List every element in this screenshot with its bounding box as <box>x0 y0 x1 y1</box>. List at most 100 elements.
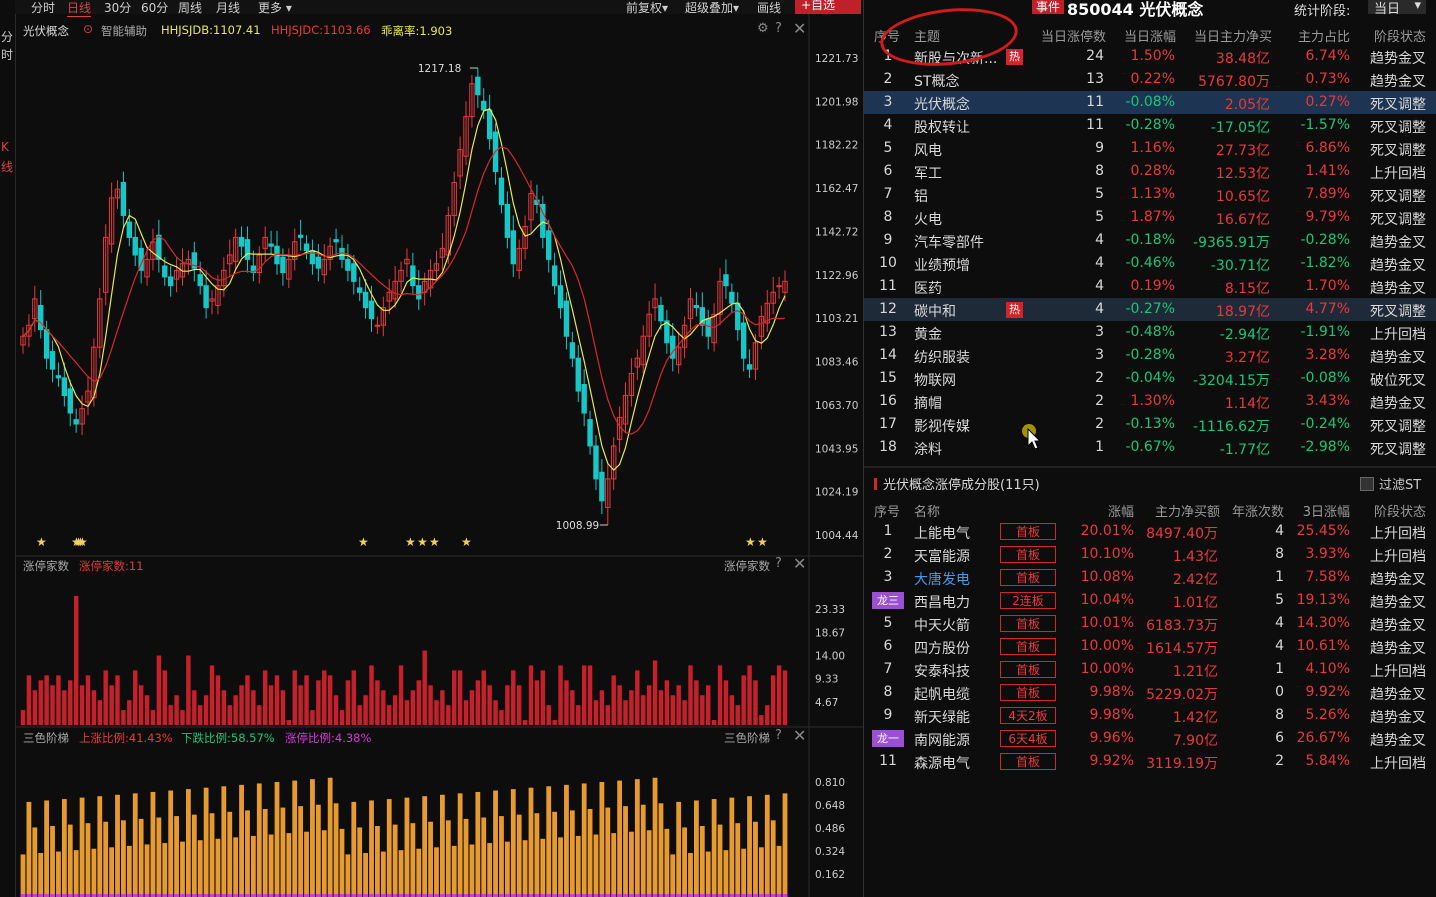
theme-state: 死叉调整 <box>1370 304 1426 320</box>
close-icon[interactable]: ✕ <box>793 554 806 573</box>
stock-name[interactable]: 南网能源 <box>914 730 970 750</box>
close-icon[interactable]: ✕ <box>793 726 806 745</box>
up-ratio-bar <box>516 814 522 897</box>
stock-row[interactable]: 11 森源电气 首板 9.92% 3119.19万 2 5.84% 上升回档 <box>864 750 1436 773</box>
stock-header-cell[interactable]: 3日涨幅 <box>1284 501 1350 520</box>
stock-header-cell[interactable]: 年涨次数 <box>1220 501 1284 520</box>
stock-header-cell[interactable]: 名称 <box>914 501 940 520</box>
limit-count-bar <box>700 695 705 725</box>
theme-row[interactable]: 13 黄金 3 -0.48% -2.94亿 -1.91% 上升回档 <box>864 321 1436 344</box>
theme-header-cell[interactable]: 当日涨幅 <box>1110 26 1176 45</box>
theme-row[interactable]: 9 汽车零部件 4 -0.18% -9365.91万 -0.28% 趋势金叉 <box>864 229 1436 252</box>
theme-row[interactable]: 15 物联网 2 -0.04% -3204.15万 -0.08% 破位死叉 <box>864 367 1436 390</box>
assist-label[interactable]: 智能辅助 <box>101 23 147 39</box>
up-ratio-bar <box>162 843 168 897</box>
stock-name[interactable]: 天富能源 <box>914 546 970 566</box>
theme-header-cell[interactable]: 当日涨停数 <box>1028 26 1106 45</box>
theme-header-cell[interactable]: 阶段状态 <box>1362 26 1426 45</box>
candle-body <box>587 419 593 447</box>
up-ratio-bar <box>144 844 150 897</box>
stock-name[interactable]: 森源电气 <box>914 753 970 773</box>
chart-canvas[interactable]: 1221.73 1201.98 1182.22 1162.47 1142.72 1122.… <box>15 14 863 897</box>
up-ratio-bar <box>705 851 711 897</box>
settings-gear-icon[interactable]: ⚙ <box>757 21 769 36</box>
checkbox-icon[interactable] <box>1360 477 1374 491</box>
theme-net-buy: 10.65亿 <box>1215 189 1270 205</box>
limit-count-bar <box>156 655 162 725</box>
theme-name: 汽车零部件 <box>914 235 984 251</box>
theme-row[interactable]: 17 影视传媒 2 -0.13% -1116.62万 -0.24% 死叉调整 <box>864 413 1436 436</box>
theme-row[interactable]: 2 ST概念 13 0.22% 5767.80万 0.73% 趋势金叉 <box>864 68 1436 91</box>
theme-row[interactable]: 4 股权转让 11 -0.28% -17.05亿 -1.57% 死叉调整 <box>864 114 1436 137</box>
stock-header-cell[interactable]: 涨幅 <box>1070 501 1134 520</box>
theme-row[interactable]: 3 光伏概念 11 -0.08% 2.05亿 0.27% 死叉调整 <box>864 91 1436 114</box>
limit-count-bar <box>469 690 475 725</box>
stock-row[interactable]: 龙三 西昌电力 2连板 10.04% 1.01亿 5 19.13% 趋势金叉 <box>864 589 1436 612</box>
stock-header-cell[interactable]: 阶段状态 <box>1362 501 1426 520</box>
stock-header-cell[interactable]: 序号 <box>874 501 900 520</box>
stock-section-title: 光伏概念涨停成分股(11只) <box>874 474 1040 493</box>
help-icon[interactable]: ? <box>775 556 782 571</box>
theme-row[interactable]: 10 业绩预增 4 -0.46% -30.71亿 -1.82% 趋势金叉 <box>864 252 1436 275</box>
stock-name[interactable]: 安泰科技 <box>914 661 970 681</box>
stock-row[interactable]: 7 安泰科技 首板 10.00% 1.21亿 1 4.10% 上升回档 <box>864 658 1436 681</box>
up-ratio-bar <box>469 844 475 897</box>
stock-name[interactable]: 西昌电力 <box>914 592 970 612</box>
stock-name[interactable]: 新天绿能 <box>914 707 970 727</box>
limit-count-bar <box>215 675 221 725</box>
theme-state: 趋势金叉 <box>1370 396 1426 412</box>
stock-row[interactable]: 3 大唐发电 首板 10.08% 2.42亿 1 7.58% 趋势金叉 <box>864 566 1436 589</box>
theme-row[interactable]: 16 摘帽 2 1.30% 1.14亿 3.43% 趋势金叉 <box>864 390 1436 413</box>
up-ratio-bar <box>676 801 682 897</box>
limit-count-bar <box>475 680 481 725</box>
filter-st-checkbox[interactable]: 过滤ST <box>1360 474 1421 493</box>
mode-char[interactable]: 线 <box>1 158 13 175</box>
limit-count-bar <box>138 685 144 725</box>
limit-count-bar <box>50 685 55 725</box>
candle-body <box>167 276 174 287</box>
stock-name[interactable]: 上能电气 <box>914 523 970 543</box>
stock-row[interactable]: 6 四方股份 首板 10.00% 1614.57万 4 10.61% 趋势金叉 <box>864 635 1436 658</box>
stock-row[interactable]: 2 天富能源 首板 10.10% 1.43亿 8 3.93% 上升回档 <box>864 543 1436 566</box>
stock-row[interactable]: 9 新天绿能 4天2板 9.98% 1.42亿 8 5.26% 趋势金叉 <box>864 704 1436 727</box>
help-icon[interactable]: ? <box>775 728 782 743</box>
help-icon[interactable]: ? <box>775 21 782 36</box>
stock-row[interactable]: 龙一 南网能源 6天4板 9.96% 7.90亿 6 26.67% 趋势金叉 <box>864 727 1436 750</box>
event-tag[interactable]: 事件 <box>1032 0 1065 14</box>
close-icon[interactable]: ✕ <box>793 19 806 38</box>
limit-count-bar <box>339 710 345 725</box>
stock-net-buy: 6183.73万 <box>1146 618 1218 634</box>
theme-row[interactable]: 18 涂料 1 -0.67% -1.77亿 -2.98% 死叉调整 <box>864 436 1436 459</box>
stock-name[interactable]: 大唐发电 <box>914 569 970 589</box>
mode-char[interactable]: K <box>1 140 9 154</box>
add-favorite-button[interactable]: +自选 <box>795 0 861 14</box>
chart-area: 1221.73 1201.98 1182.22 1162.47 1142.72 1122.… <box>15 14 863 897</box>
theme-limit-count: 5 <box>1095 186 1104 202</box>
theme-header-cell[interactable]: 主力占比 <box>1284 26 1350 45</box>
theme-row[interactable]: 7 铝 5 1.13% 10.65亿 7.89% 死叉调整 <box>864 183 1436 206</box>
theme-no: 16 <box>879 393 897 409</box>
stock-name[interactable]: 中天火箭 <box>914 615 970 635</box>
theme-row[interactable]: 8 火电 5 1.87% 16.67亿 9.79% 死叉调整 <box>864 206 1436 229</box>
theme-row[interactable]: 6 军工 8 0.28% 12.53亿 1.41% 上升回档 <box>864 160 1436 183</box>
mode-char[interactable]: 时 <box>1 46 13 63</box>
theme-row[interactable]: 5 风电 9 1.16% 27.73亿 6.86% 死叉调整 <box>864 137 1436 160</box>
y-tick-label: 0.162 <box>815 869 845 881</box>
theme-row[interactable]: 12 碳中和 热 4 -0.27% 18.97亿 4.77% 死叉调整 <box>864 298 1436 321</box>
stock-no: 1 <box>883 523 893 539</box>
stock-row[interactable]: 8 起帆电缆 首板 9.98% 5229.02万 0 9.92% 趋势金叉 <box>864 681 1436 704</box>
stock-name[interactable]: 四方股份 <box>914 638 970 658</box>
theme-row[interactable]: 14 纺织服装 3 -0.28% 3.27亿 3.28% 趋势金叉 <box>864 344 1436 367</box>
candle-body <box>38 304 44 331</box>
theme-header-cell[interactable]: 当日主力净买 <box>1176 26 1272 45</box>
stock-header-cell[interactable]: 主力净买额 <box>1134 501 1220 520</box>
up-ratio-bar <box>26 801 32 897</box>
stock-row[interactable]: 1 上能电气 首板 20.01% 8497.40万 4 25.45% 上升回档 <box>864 520 1436 543</box>
chevron-down-icon[interactable]: ⊙ <box>83 22 93 36</box>
theme-row[interactable]: 11 医药 4 0.19% 8.15亿 1.70% 趋势金叉 <box>864 275 1436 298</box>
stock-row[interactable]: 5 中天火箭 首板 10.01% 6183.73万 4 14.30% 趋势金叉 <box>864 612 1436 635</box>
up-ratio-bar <box>280 807 286 897</box>
stock-name[interactable]: 起帆电缆 <box>914 684 970 704</box>
stat-select[interactable]: 当日 ▾ <box>1368 0 1426 17</box>
mode-char[interactable]: 分 <box>1 28 13 45</box>
